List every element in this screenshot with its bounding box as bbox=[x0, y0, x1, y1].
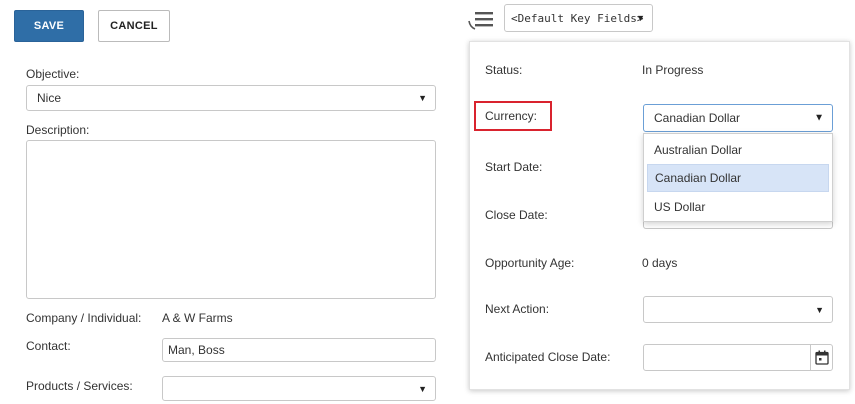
currency-value: Canadian Dollar bbox=[654, 111, 741, 125]
status-label: Status: bbox=[485, 63, 523, 77]
contact-value: Man, Boss bbox=[168, 343, 225, 357]
currency-select[interactable]: Canadian Dollar ▼ bbox=[643, 104, 833, 132]
next-action-label: Next Action: bbox=[485, 302, 550, 316]
close-date-label: Close Date: bbox=[485, 208, 548, 222]
currency-label: Currency: bbox=[485, 109, 538, 123]
objective-label: Objective: bbox=[26, 67, 80, 81]
contact-label: Contact: bbox=[26, 339, 71, 353]
description-label: Description: bbox=[26, 123, 90, 137]
start-date-label: Start Date: bbox=[485, 160, 543, 174]
currency-option[interactable]: Australian Dollar bbox=[647, 136, 829, 164]
opportunity-age-value: 0 days bbox=[642, 256, 678, 270]
products-select[interactable]: ▼ bbox=[162, 376, 436, 401]
key-fields-value: <Default Key Fields> bbox=[511, 11, 644, 25]
opportunity-age-label: Opportunity Age: bbox=[485, 256, 575, 270]
caret-down-icon: ▼ bbox=[418, 383, 427, 394]
currency-option-selected[interactable]: Canadian Dollar bbox=[647, 164, 829, 192]
company-label: Company / Individual: bbox=[26, 311, 142, 325]
hamburger-menu-icon[interactable] bbox=[466, 8, 496, 32]
currency-dropdown: Australian Dollar Canadian Dollar US Dol… bbox=[643, 133, 833, 222]
anticipated-close-date-label: Anticipated Close Date: bbox=[485, 350, 611, 364]
save-button[interactable]: SAVE bbox=[14, 10, 84, 42]
company-value: A & W Farms bbox=[162, 311, 233, 325]
objective-value: Nice bbox=[37, 91, 62, 105]
currency-option[interactable]: US Dollar bbox=[647, 193, 829, 221]
products-label: Products / Services: bbox=[26, 379, 133, 393]
caret-down-icon: ▼ bbox=[636, 13, 645, 23]
key-fields-select[interactable]: <Default Key Fields> ▼ bbox=[504, 4, 653, 32]
caret-down-icon: ▼ bbox=[418, 93, 427, 103]
anticipated-close-date-input[interactable] bbox=[643, 344, 833, 371]
caret-down-icon: ▼ bbox=[815, 304, 824, 315]
next-action-select[interactable]: ▼ bbox=[643, 296, 833, 323]
objective-select[interactable]: Nice ▼ bbox=[26, 85, 436, 111]
contact-input[interactable]: Man, Boss bbox=[162, 338, 436, 362]
caret-down-icon: ▼ bbox=[814, 112, 824, 124]
cancel-button[interactable]: CANCEL bbox=[98, 10, 170, 42]
status-value: In Progress bbox=[642, 63, 704, 77]
calendar-icon[interactable] bbox=[810, 345, 832, 370]
description-textarea[interactable] bbox=[26, 140, 436, 299]
